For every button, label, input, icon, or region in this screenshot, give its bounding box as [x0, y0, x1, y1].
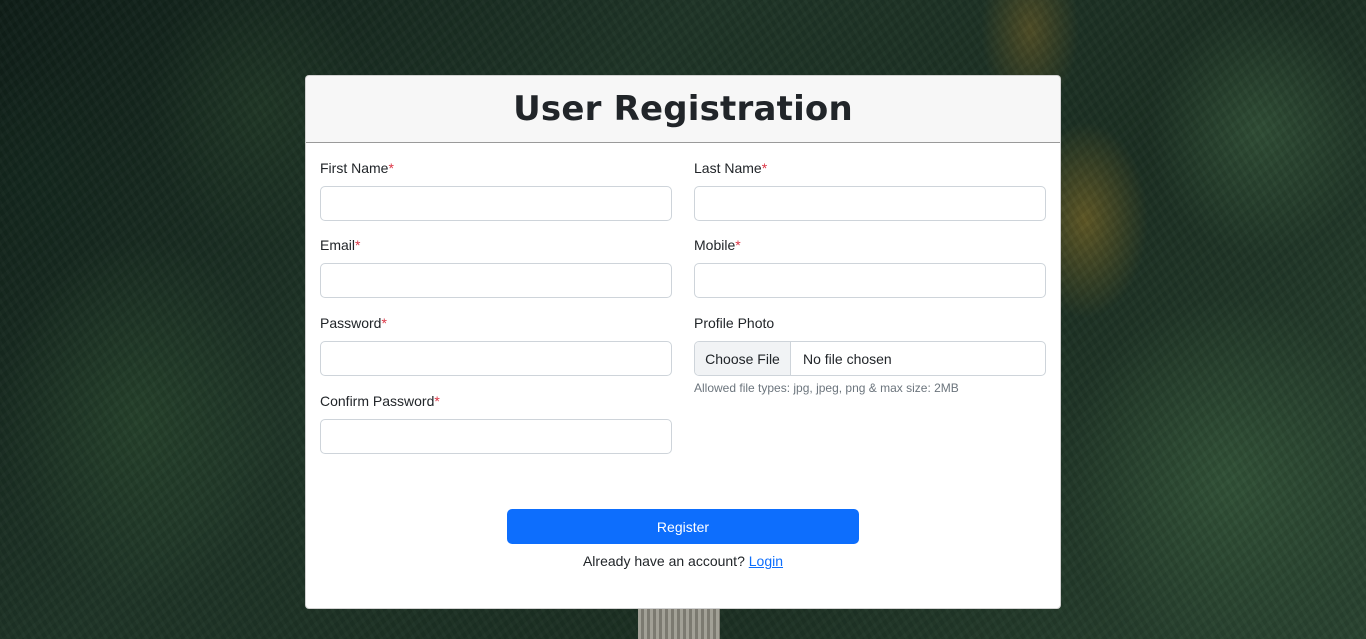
required-marker: *: [388, 160, 394, 176]
password-input[interactable]: [320, 341, 672, 376]
required-marker: *: [434, 393, 440, 409]
password-group: Password*: [320, 313, 672, 376]
mobile-group: Mobile*: [694, 235, 1046, 298]
login-prompt: Already have an account? Login: [306, 553, 1060, 569]
profile-photo-group: Profile Photo Choose File No file chosen…: [694, 313, 1046, 395]
last-name-group: Last Name*: [694, 158, 1046, 221]
register-button[interactable]: Register: [507, 509, 859, 544]
registration-card: User Registration First Name* Last Name*…: [305, 75, 1061, 609]
last-name-input[interactable]: [694, 186, 1046, 221]
required-marker: *: [735, 237, 741, 253]
profile-photo-label: Profile Photo: [694, 315, 775, 331]
first-name-input[interactable]: [320, 186, 672, 221]
mobile-input[interactable]: [694, 263, 1046, 298]
confirm-password-input[interactable]: [320, 419, 672, 454]
password-label: Password*: [320, 315, 387, 331]
confirm-password-group: Confirm Password*: [320, 391, 672, 454]
confirm-password-label: Confirm Password*: [320, 393, 440, 409]
login-link[interactable]: Login: [749, 553, 783, 569]
page-title: User Registration: [513, 89, 853, 129]
email-input[interactable]: [320, 263, 672, 298]
required-marker: *: [761, 160, 768, 176]
login-prompt-text: Already have an account?: [582, 553, 745, 569]
required-marker: *: [355, 237, 361, 253]
file-status-text: No file chosen: [803, 350, 892, 367]
first-name-group: First Name*: [320, 158, 672, 221]
mobile-label: Mobile*: [694, 237, 741, 253]
file-type-hint: Allowed file types: jpg, jpeg, png & max…: [694, 381, 959, 395]
email-label: Email*: [320, 237, 361, 253]
last-name-label: Last Name*: [694, 160, 768, 176]
first-name-label: First Name*: [320, 160, 394, 176]
choose-file-button[interactable]: Choose File: [695, 342, 791, 375]
profile-photo-file-input[interactable]: Choose File No file chosen: [694, 341, 1046, 376]
required-marker: *: [381, 315, 387, 331]
email-group: Email*: [320, 235, 672, 298]
card-header: User Registration: [306, 76, 1060, 143]
